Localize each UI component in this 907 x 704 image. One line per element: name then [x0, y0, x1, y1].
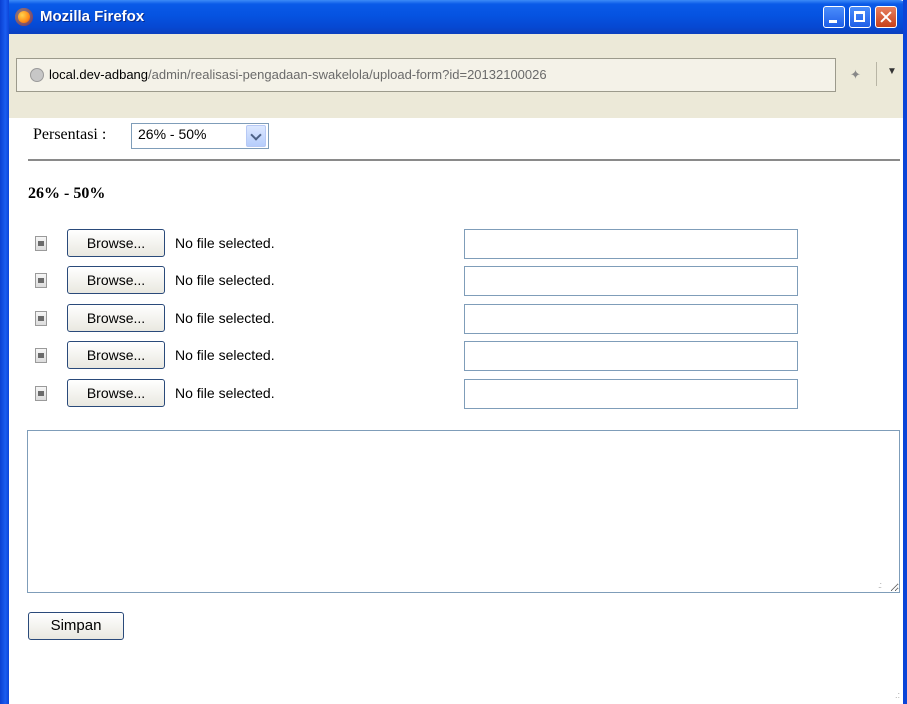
window-resize-grip-icon[interactable]: .: — [895, 690, 900, 700]
section-heading: 26% - 50% — [28, 185, 106, 202]
file-status: No file selected. — [175, 347, 275, 363]
minimize-button[interactable] — [823, 6, 845, 28]
document-icon — [35, 236, 47, 251]
document-icon — [35, 273, 47, 288]
file-status: No file selected. — [175, 272, 275, 288]
file-row: Browse... No file selected. — [0, 379, 907, 411]
file-status: No file selected. — [175, 235, 275, 251]
browse-button[interactable]: Browse... — [67, 304, 165, 332]
browse-button[interactable]: Browse... — [67, 229, 165, 257]
title-bar[interactable]: Mozilla Firefox — [0, 0, 907, 34]
file-row: Browse... No file selected. — [0, 229, 907, 261]
document-icon — [35, 386, 47, 401]
firefox-logo-icon — [15, 8, 33, 26]
url-path: /admin/realisasi-pengadaan-swakelola/upl… — [148, 67, 547, 82]
persentasi-selected-value[interactable]: 26% - 50% — [138, 126, 206, 142]
file-caption-input[interactable] — [464, 341, 798, 371]
browse-button[interactable]: Browse... — [67, 379, 165, 407]
site-globe-icon — [30, 68, 44, 82]
file-caption-input[interactable] — [464, 266, 798, 296]
firefox-window: Mozilla Firefox local.dev-adbang/admin/r… — [0, 0, 907, 704]
file-caption-input[interactable] — [464, 304, 798, 334]
chevron-down-icon[interactable]: ▼ — [887, 66, 897, 77]
file-row: Browse... No file selected. — [0, 266, 907, 298]
extension-icon[interactable]: ✦ — [850, 67, 861, 83]
divider — [28, 159, 900, 161]
browse-button[interactable]: Browse... — [67, 266, 165, 294]
browse-button[interactable]: Browse... — [67, 341, 165, 369]
toolbar-separator — [876, 62, 877, 86]
file-caption-input[interactable] — [464, 379, 798, 409]
file-caption-input[interactable] — [464, 229, 798, 259]
file-row: Browse... No file selected. — [0, 304, 907, 336]
resize-grip-icon[interactable]: .: — [878, 580, 882, 590]
maximize-button[interactable] — [849, 6, 871, 28]
page-content — [9, 118, 903, 704]
window-title: Mozilla Firefox — [40, 8, 145, 25]
file-row: Browse... No file selected. — [0, 341, 907, 373]
document-icon — [35, 348, 47, 363]
select-dropdown-arrow-icon[interactable] — [246, 125, 266, 147]
file-status: No file selected. — [175, 310, 275, 326]
url-domain: local.dev-adbang — [49, 67, 149, 82]
notes-textarea[interactable] — [27, 430, 900, 593]
close-button[interactable] — [875, 6, 897, 28]
document-icon — [35, 311, 47, 326]
file-status: No file selected. — [175, 385, 275, 401]
persentasi-label: Persentasi : — [33, 126, 107, 143]
url-text[interactable]: local.dev-adbang/admin/realisasi-pengada… — [49, 67, 547, 82]
save-button[interactable]: Simpan — [28, 612, 124, 640]
